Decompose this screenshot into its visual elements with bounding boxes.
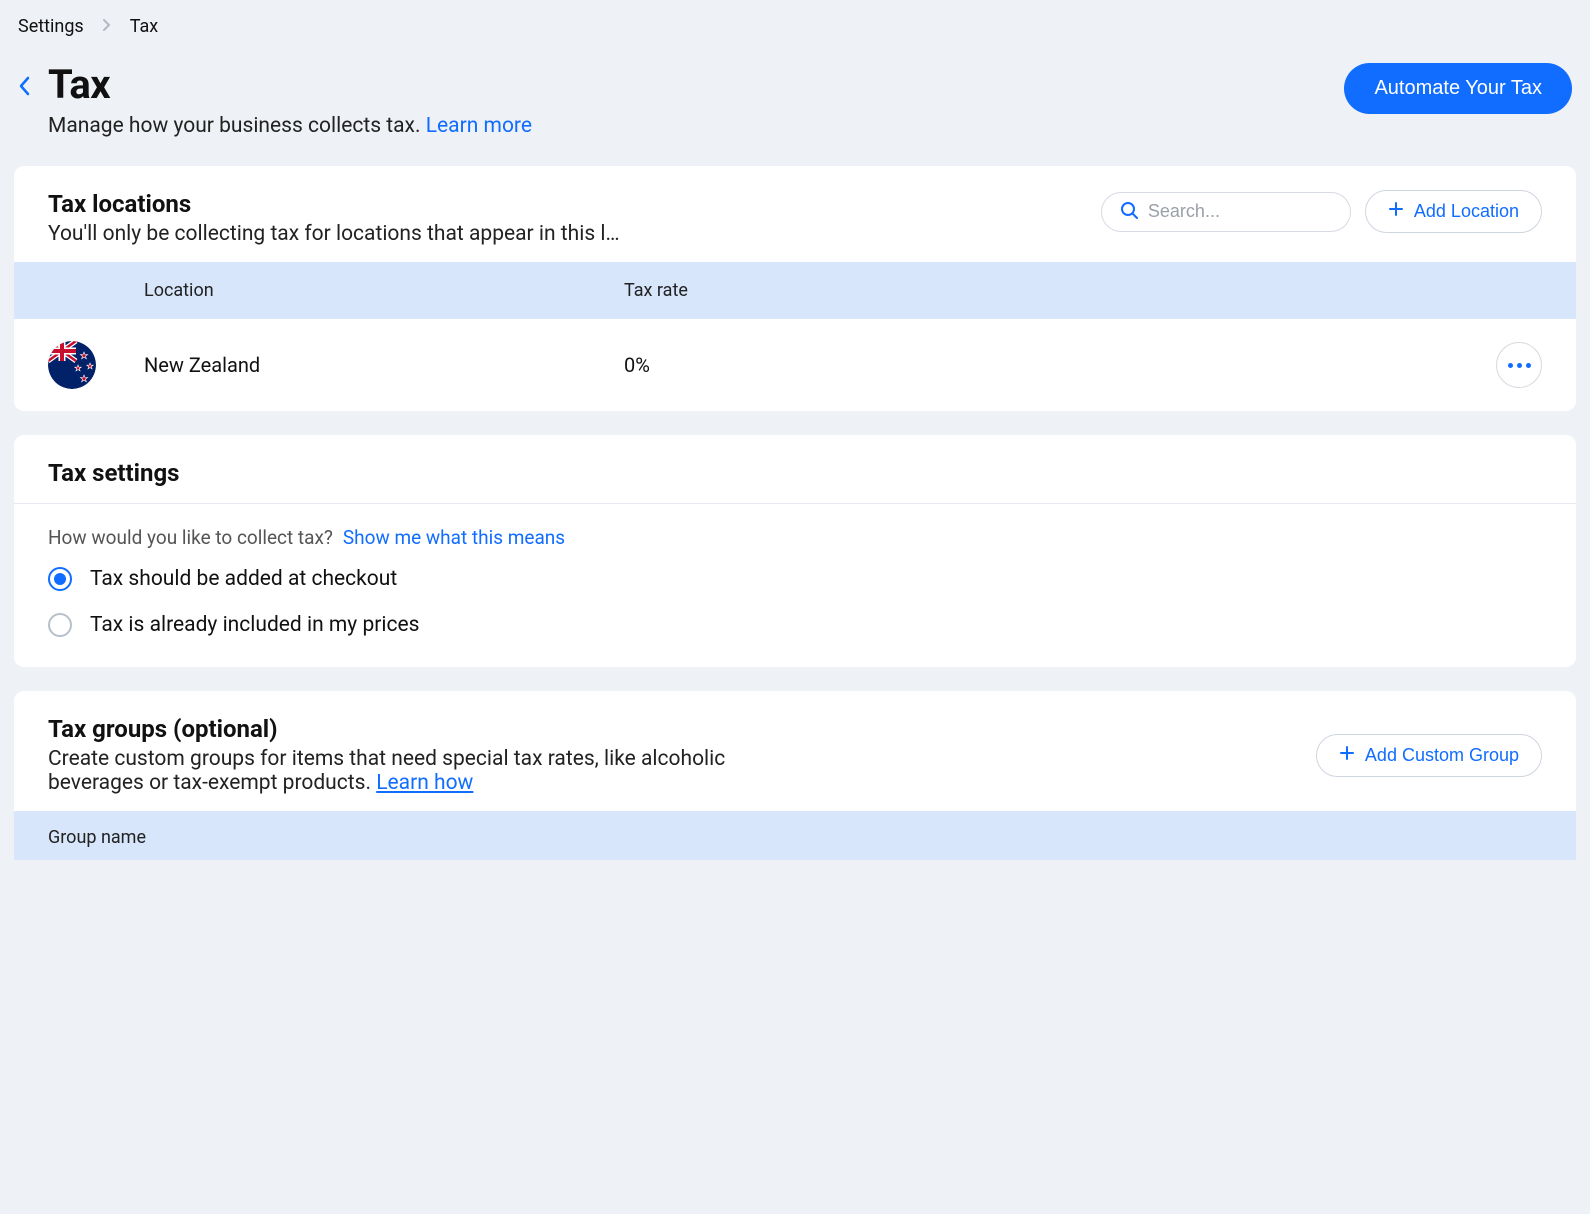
groups-table-header: Group name [14, 811, 1576, 860]
plus-icon [1388, 201, 1404, 222]
page-header: Tax Manage how your business collects ta… [0, 51, 1590, 166]
plus-icon [1339, 745, 1355, 766]
column-header-group-name: Group name [48, 827, 146, 848]
location-name: New Zealand [144, 353, 624, 377]
column-header-location: Location [144, 280, 624, 301]
radio-unselected-icon [48, 613, 72, 637]
show-me-link[interactable]: Show me what this means [343, 526, 565, 549]
add-custom-group-button[interactable]: Add Custom Group [1316, 734, 1542, 777]
tax-settings-title: Tax settings [48, 459, 1542, 487]
automate-tax-button[interactable]: Automate Your Tax [1344, 63, 1572, 114]
tax-locations-card: Tax locations You'll only be collecting … [14, 166, 1576, 411]
column-header-rate: Tax rate [624, 280, 1482, 301]
breadcrumb: Settings Tax [0, 0, 1590, 51]
tax-groups-description: Create custom groups for items that need… [48, 747, 808, 795]
row-actions-button[interactable] [1496, 342, 1542, 388]
tax-groups-card: Tax groups (optional) Create custom grou… [14, 691, 1576, 860]
radio-tax-added-at-checkout[interactable]: Tax should be added at checkout [48, 567, 1542, 591]
tax-groups-title: Tax groups (optional) [48, 715, 1296, 743]
tax-locations-description: You'll only be collecting tax for locati… [48, 222, 1081, 246]
radio-selected-icon [48, 567, 72, 591]
tax-locations-title: Tax locations [48, 190, 1081, 218]
location-rate: 0% [624, 353, 1482, 377]
search-input[interactable] [1148, 201, 1380, 222]
add-location-button[interactable]: Add Location [1365, 190, 1542, 233]
table-row[interactable]: New Zealand 0% [14, 319, 1576, 411]
locations-table-header: Location Tax rate [14, 262, 1576, 319]
back-button[interactable] [18, 75, 32, 101]
page-subtitle: Manage how your business collects tax. L… [48, 114, 532, 138]
learn-more-link[interactable]: Learn more [426, 114, 532, 138]
tax-collection-question: How would you like to collect tax? Show … [48, 526, 1542, 549]
learn-how-link[interactable]: Learn how [376, 771, 473, 795]
chevron-right-icon [102, 16, 112, 37]
breadcrumb-tax[interactable]: Tax [130, 16, 158, 37]
breadcrumb-settings[interactable]: Settings [18, 16, 84, 37]
tax-settings-card: Tax settings How would you like to colle… [14, 435, 1576, 667]
flag-new-zealand-icon [48, 341, 96, 389]
radio-tax-included-in-prices[interactable]: Tax is already included in my prices [48, 613, 1542, 637]
page-title: Tax [48, 61, 532, 108]
search-box[interactable] [1101, 192, 1351, 232]
search-icon [1120, 201, 1138, 223]
